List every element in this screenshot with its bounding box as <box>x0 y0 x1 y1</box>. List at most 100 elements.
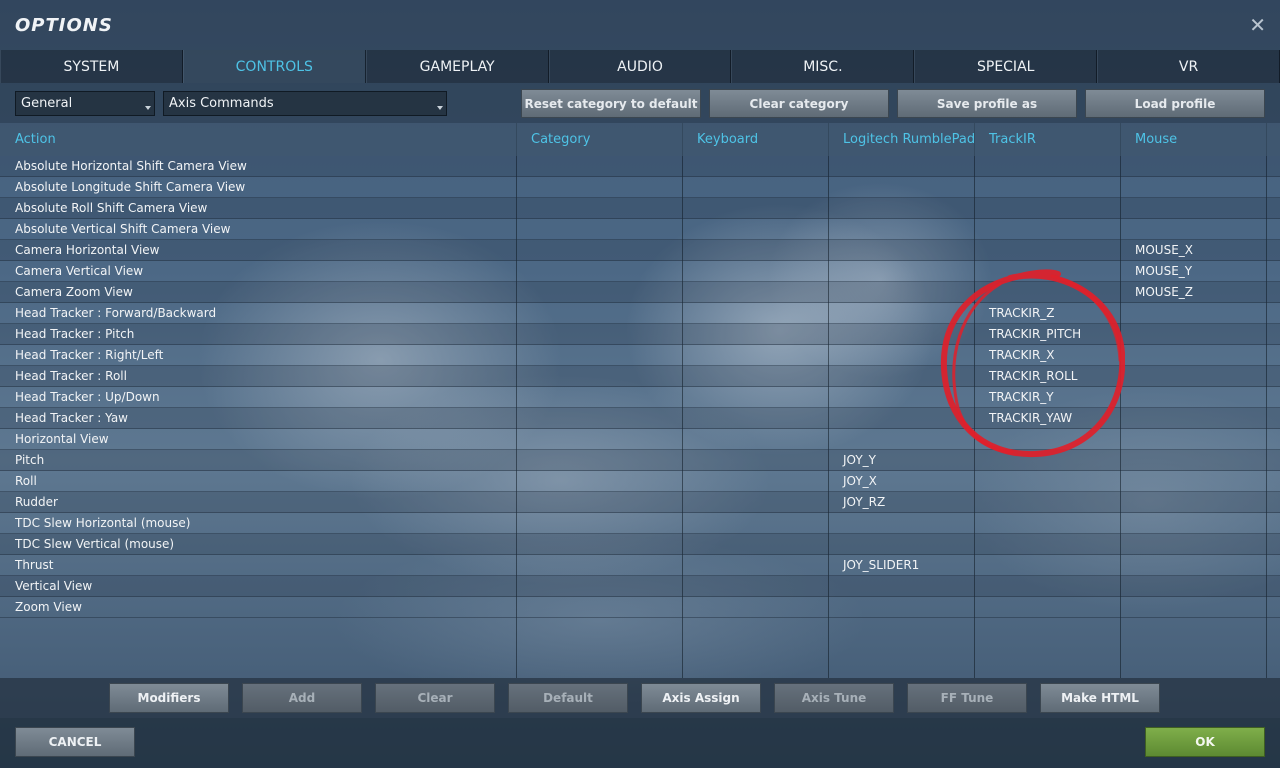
cell-joystick[interactable] <box>828 345 974 366</box>
header-category[interactable]: Category <box>516 123 682 156</box>
cell-action[interactable]: Head Tracker : Up/Down <box>0 387 516 408</box>
cell-action[interactable]: TDC Slew Vertical (mouse) <box>0 534 516 555</box>
cell-keyboard[interactable] <box>682 240 828 261</box>
cell-joystick[interactable] <box>828 156 974 177</box>
cell-mouse[interactable] <box>1120 513 1266 534</box>
cell-action[interactable]: Horizontal View <box>0 429 516 450</box>
cell-action[interactable]: Vertical View <box>0 576 516 597</box>
cell-action[interactable]: Camera Vertical View <box>0 261 516 282</box>
header-action[interactable]: Action <box>0 123 516 156</box>
cell-joystick[interactable] <box>828 303 974 324</box>
cell-category[interactable] <box>516 324 682 345</box>
cell-category[interactable] <box>516 156 682 177</box>
cell-mouse[interactable] <box>1120 345 1266 366</box>
cell-mouse[interactable] <box>1120 429 1266 450</box>
cell-category[interactable] <box>516 198 682 219</box>
cell-mouse[interactable] <box>1120 408 1266 429</box>
cell-joystick[interactable] <box>828 366 974 387</box>
cell-joystick[interactable] <box>828 198 974 219</box>
cell-joystick[interactable]: JOY_X <box>828 471 974 492</box>
cell-joystick[interactable] <box>828 240 974 261</box>
cell-action[interactable]: Absolute Vertical Shift Camera View <box>0 219 516 240</box>
cell-joystick[interactable] <box>828 534 974 555</box>
cell-category[interactable] <box>516 366 682 387</box>
table-row[interactable]: Head Tracker : Yaw TRACKIR_YAW <box>0 408 1280 429</box>
cell-category[interactable] <box>516 282 682 303</box>
table-row[interactable]: Absolute Horizontal Shift Camera View <box>0 156 1280 177</box>
cell-mouse[interactable]: MOUSE_Z <box>1120 282 1266 303</box>
cell-joystick[interactable] <box>828 576 974 597</box>
cell-action[interactable]: Camera Zoom View <box>0 282 516 303</box>
cell-trackir[interactable] <box>974 177 1120 198</box>
table-row[interactable]: Head Tracker : Roll TRACKIR_ROLL <box>0 366 1280 387</box>
cell-keyboard[interactable] <box>682 324 828 345</box>
cell-mouse[interactable]: MOUSE_X <box>1120 240 1266 261</box>
cell-keyboard[interactable] <box>682 492 828 513</box>
cell-keyboard[interactable] <box>682 198 828 219</box>
table-row[interactable]: Thrust JOY_SLIDER1 <box>0 555 1280 576</box>
category-select[interactable]: Axis Commands <box>163 91 447 116</box>
reset-category-button[interactable]: Reset category to default <box>521 89 701 118</box>
cell-action[interactable]: Head Tracker : Forward/Backward <box>0 303 516 324</box>
cell-keyboard[interactable] <box>682 429 828 450</box>
cell-category[interactable] <box>516 534 682 555</box>
cell-joystick[interactable]: JOY_SLIDER1 <box>828 555 974 576</box>
cell-mouse[interactable] <box>1120 198 1266 219</box>
cell-category[interactable] <box>516 450 682 471</box>
cell-keyboard[interactable] <box>682 156 828 177</box>
cell-mouse[interactable] <box>1120 387 1266 408</box>
cell-action[interactable]: Head Tracker : Roll <box>0 366 516 387</box>
cell-category[interactable] <box>516 240 682 261</box>
cell-mouse[interactable] <box>1120 219 1266 240</box>
cell-category[interactable] <box>516 471 682 492</box>
cell-action[interactable]: TDC Slew Horizontal (mouse) <box>0 513 516 534</box>
cell-action[interactable]: Rudder <box>0 492 516 513</box>
cell-trackir[interactable]: TRACKIR_Z <box>974 303 1120 324</box>
cell-trackir[interactable]: TRACKIR_YAW <box>974 408 1120 429</box>
cell-trackir[interactable]: TRACKIR_X <box>974 345 1120 366</box>
axis-assign-button[interactable]: Axis Assign <box>641 683 761 713</box>
cell-keyboard[interactable] <box>682 555 828 576</box>
cell-keyboard[interactable] <box>682 534 828 555</box>
cell-category[interactable] <box>516 597 682 618</box>
cell-action[interactable]: Roll <box>0 471 516 492</box>
cell-action[interactable]: Camera Horizontal View <box>0 240 516 261</box>
cell-mouse[interactable] <box>1120 450 1266 471</box>
tab-special[interactable]: SPECIAL <box>914 50 1098 83</box>
table-row[interactable]: TDC Slew Horizontal (mouse) <box>0 513 1280 534</box>
cell-action[interactable]: Head Tracker : Pitch <box>0 324 516 345</box>
cell-mouse[interactable] <box>1120 156 1266 177</box>
cell-keyboard[interactable] <box>682 597 828 618</box>
cell-action[interactable]: Thrust <box>0 555 516 576</box>
cell-trackir[interactable] <box>974 450 1120 471</box>
tab-gameplay[interactable]: GAMEPLAY <box>365 50 549 83</box>
table-row[interactable]: Absolute Roll Shift Camera View <box>0 198 1280 219</box>
cell-keyboard[interactable] <box>682 345 828 366</box>
cell-joystick[interactable] <box>828 513 974 534</box>
table-row[interactable]: Head Tracker : Pitch TRACKIR_PITCH <box>0 324 1280 345</box>
cell-keyboard[interactable] <box>682 513 828 534</box>
cell-keyboard[interactable] <box>682 408 828 429</box>
tab-vr[interactable]: VR <box>1097 50 1280 83</box>
cell-category[interactable] <box>516 261 682 282</box>
table-row[interactable]: Camera Vertical View MOUSE_Y <box>0 261 1280 282</box>
cell-category[interactable] <box>516 345 682 366</box>
table-row[interactable]: Head Tracker : Right/Left TRACKIR_X <box>0 345 1280 366</box>
cell-keyboard[interactable] <box>682 387 828 408</box>
cell-joystick[interactable] <box>828 177 974 198</box>
cell-mouse[interactable] <box>1120 303 1266 324</box>
cell-trackir[interactable]: TRACKIR_ROLL <box>974 366 1120 387</box>
cell-keyboard[interactable] <box>682 219 828 240</box>
table-row[interactable]: Zoom View <box>0 597 1280 618</box>
cell-keyboard[interactable] <box>682 282 828 303</box>
cell-joystick[interactable]: JOY_RZ <box>828 492 974 513</box>
table-row[interactable]: Pitch JOY_Y <box>0 450 1280 471</box>
cell-mouse[interactable] <box>1120 555 1266 576</box>
cell-joystick[interactable] <box>828 324 974 345</box>
tab-misc[interactable]: MISC. <box>731 50 915 83</box>
cell-joystick[interactable] <box>828 219 974 240</box>
cell-joystick[interactable] <box>828 597 974 618</box>
table-row[interactable]: Head Tracker : Up/Down TRACKIR_Y <box>0 387 1280 408</box>
clear-button[interactable]: Clear <box>375 683 495 713</box>
cell-keyboard[interactable] <box>682 177 828 198</box>
